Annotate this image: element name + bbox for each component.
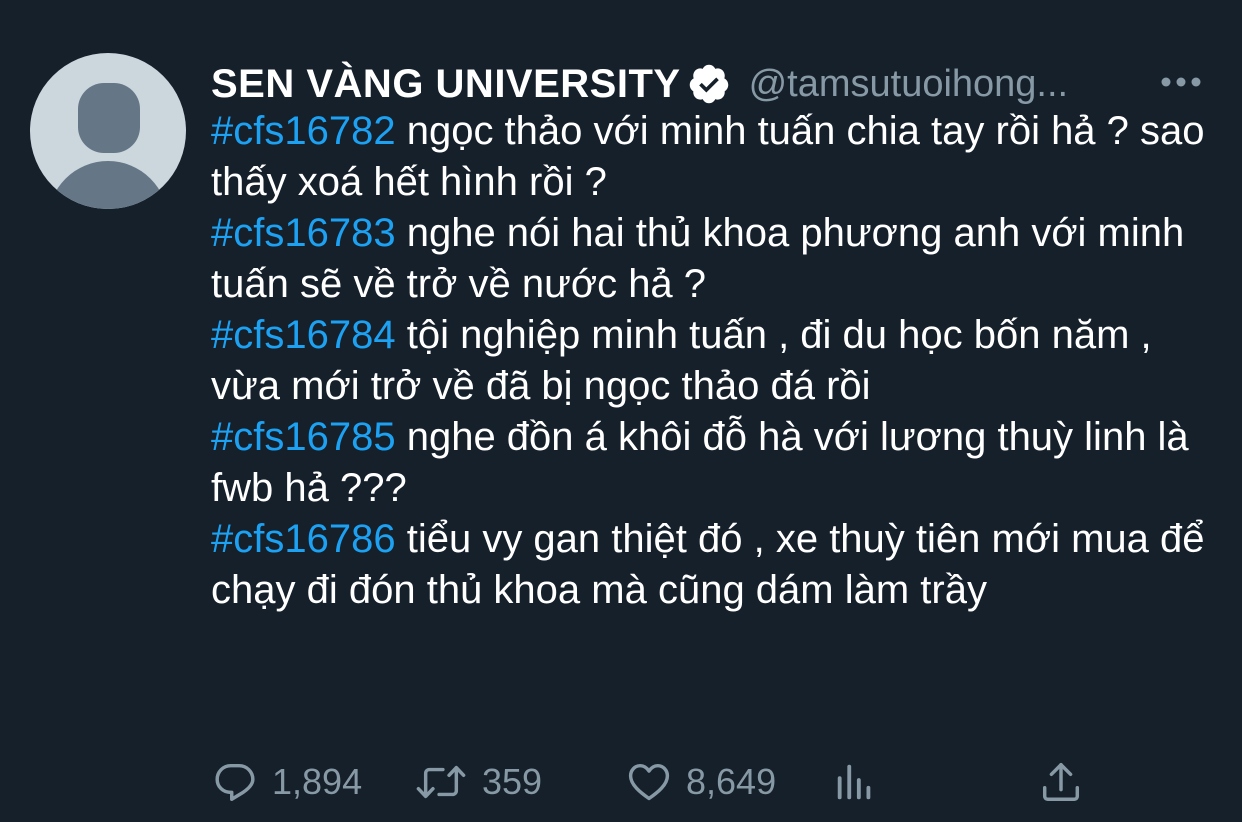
like-button[interactable]: 8,649 (626, 752, 776, 812)
hashtag-link[interactable]: #cfs16786 (211, 517, 396, 561)
confession-line: #cfs16782 ngọc thảo với minh tuấn chia t… (211, 106, 1211, 208)
more-horizontal-icon (1161, 77, 1201, 87)
confession-line: #cfs16784 tội nghiệp minh tuấn , đi du h… (211, 310, 1211, 412)
more-options-button[interactable] (1156, 62, 1206, 102)
retweet-button[interactable]: 359 (414, 752, 542, 812)
hashtag-link[interactable]: #cfs16782 (211, 109, 396, 153)
reply-icon (215, 763, 255, 801)
tweet-text: #cfs16782 ngọc thảo với minh tuấn chia t… (211, 106, 1211, 616)
reply-button[interactable]: 1,894 (212, 752, 362, 812)
analytics-button[interactable] (832, 752, 878, 812)
tweet-header: SEN VÀNG UNIVERSITY @tamsutuoihong... (211, 58, 1201, 110)
share-button[interactable] (1038, 752, 1084, 812)
verified-badge-icon (687, 62, 731, 106)
heart-icon (628, 763, 670, 801)
like-count: 8,649 (686, 761, 777, 802)
share-icon (1042, 763, 1080, 801)
account-handle[interactable]: @tamsutuoihong... (749, 63, 1069, 106)
confession-line: #cfs16786 tiểu vy gan thiệt đó , xe thuỳ… (211, 514, 1211, 616)
reply-count: 1,894 (272, 761, 363, 802)
hashtag-link[interactable]: #cfs16785 (211, 415, 396, 459)
retweet-count: 359 (482, 761, 543, 802)
display-name[interactable]: SEN VÀNG UNIVERSITY (211, 62, 681, 107)
analytics-icon (837, 764, 871, 800)
hashtag-link[interactable]: #cfs16783 (211, 211, 396, 255)
hashtag-link[interactable]: #cfs16784 (211, 313, 396, 357)
tweet: SEN VÀNG UNIVERSITY @tamsutuoihong... #c… (0, 0, 1242, 822)
confession-line: #cfs16785 nghe đồn á khôi đỗ hà với lươn… (211, 412, 1211, 514)
default-profile-icon (78, 83, 140, 153)
retweet-icon (416, 765, 466, 799)
avatar[interactable] (30, 53, 186, 209)
confession-line: #cfs16783 nghe nói hai thủ khoa phương a… (211, 208, 1211, 310)
tweet-actions: 1,894 359 8,649 (212, 752, 1112, 812)
